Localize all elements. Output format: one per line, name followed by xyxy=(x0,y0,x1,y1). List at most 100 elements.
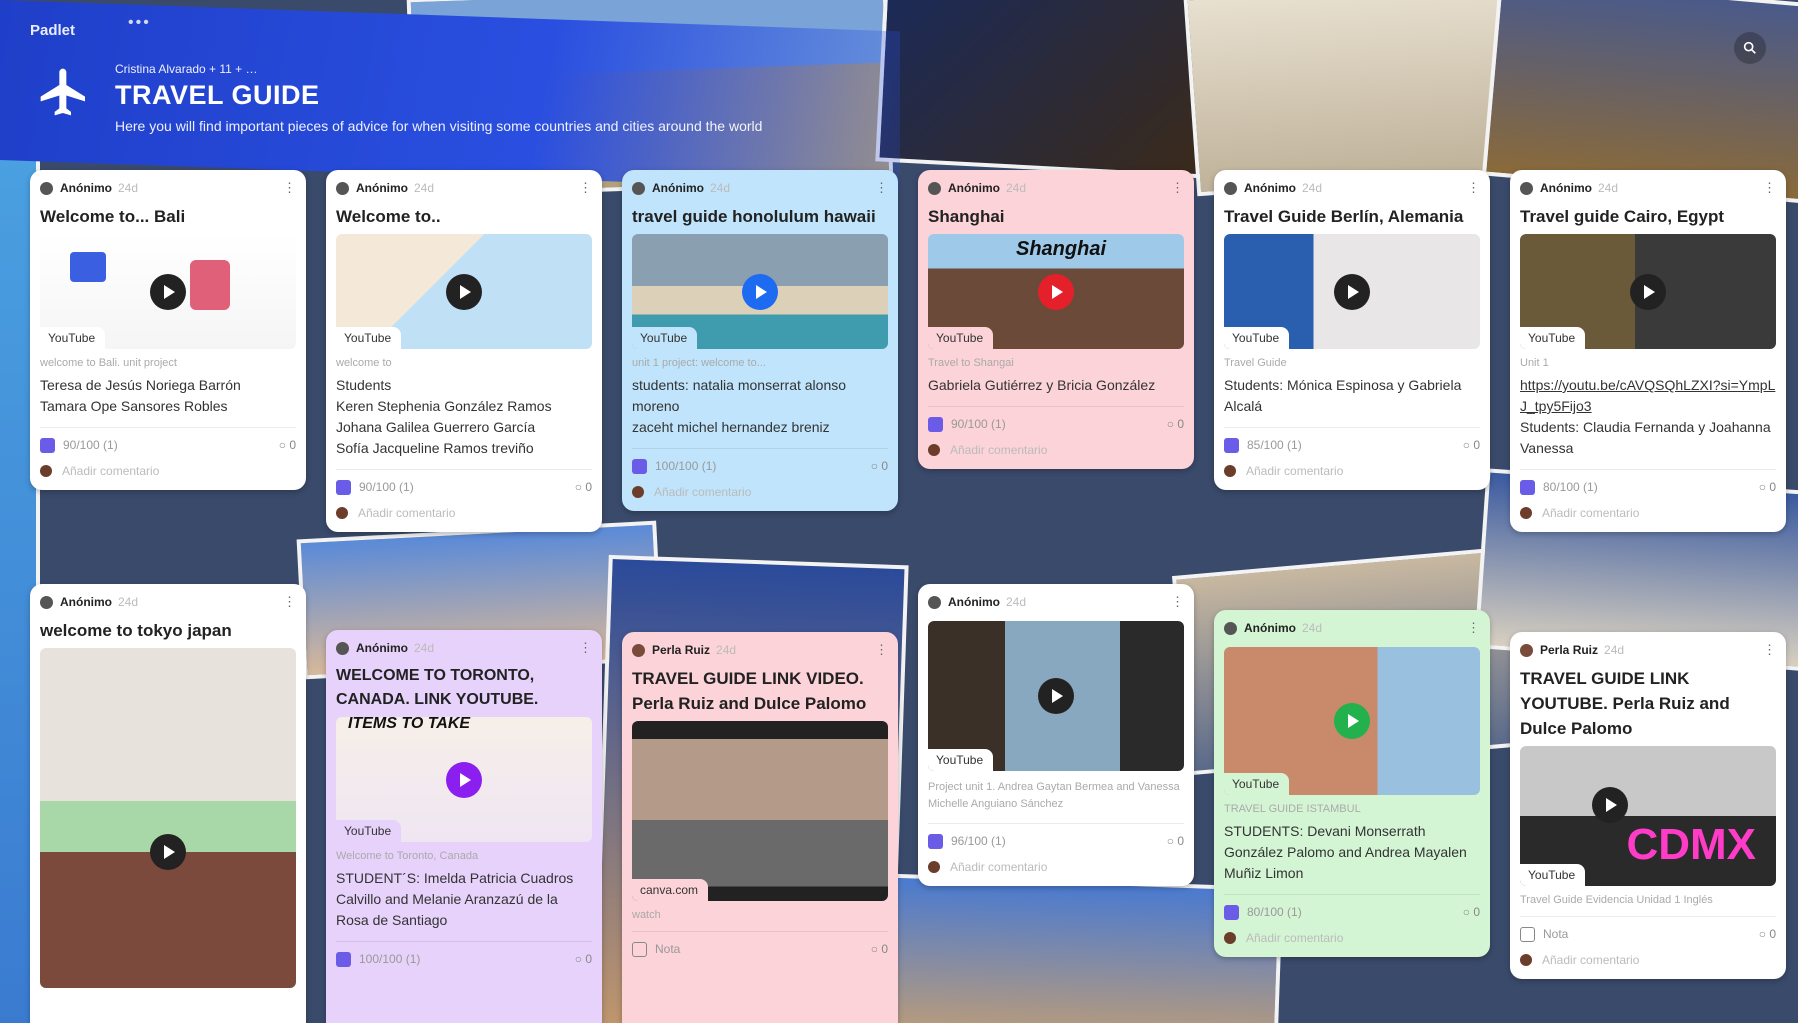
comment-count[interactable]: ○ 0 xyxy=(575,952,592,966)
post-menu-icon[interactable]: ⋮ xyxy=(1171,180,1184,196)
comment-count[interactable]: ○ 0 xyxy=(1463,905,1480,919)
video-thumbnail[interactable]: Shanghai YouTube xyxy=(928,234,1184,349)
post-menu-icon[interactable]: ⋮ xyxy=(1171,594,1184,610)
grade-check-icon[interactable] xyxy=(632,458,647,474)
post-card-tokyo[interactable]: Anónimo 24d ⋮ welcome to tokyo japan xyxy=(30,584,306,1023)
padlet-logo[interactable]: Padlet xyxy=(30,22,75,39)
grade-check-icon[interactable] xyxy=(928,416,943,432)
search-button[interactable] xyxy=(1734,32,1766,64)
add-comment[interactable]: Añadir comentario xyxy=(1246,464,1343,478)
grade-score: 90/100 (1) xyxy=(359,480,414,494)
add-comment[interactable]: Añadir comentario xyxy=(1246,931,1343,945)
avatar xyxy=(40,181,53,195)
grade-score: 90/100 (1) xyxy=(951,417,1006,431)
grade-check-icon[interactable] xyxy=(1224,904,1239,920)
video-thumbnail[interactable]: YouTube xyxy=(336,234,592,349)
post-menu-icon[interactable]: ⋮ xyxy=(579,180,592,196)
video-thumbnail[interactable]: YouTube xyxy=(1520,234,1776,349)
youtube-link[interactable]: https://youtu.be/cAVQSQhLZXI?si=YmpLJ_tp… xyxy=(1520,375,1776,417)
source-label: YouTube xyxy=(1520,327,1586,349)
play-icon[interactable] xyxy=(150,273,186,310)
comment-count[interactable]: ○ 0 xyxy=(1167,834,1184,848)
post-card-cairo[interactable]: Anónimo 24d ⋮ Travel guide Cairo, Egypt Yo… xyxy=(1510,170,1786,532)
grade-check-icon[interactable] xyxy=(928,833,943,849)
video-thumbnail[interactable]: YouTube xyxy=(1224,647,1480,795)
post-author: Anónimo xyxy=(60,181,112,195)
add-comment[interactable]: Añadir comentario xyxy=(654,485,751,499)
comment-count[interactable]: ○ 0 xyxy=(871,942,888,956)
post-card-welcome[interactable]: Anónimo 24d ⋮ Welcome to.. YouTube welcome… xyxy=(326,170,602,532)
grade-check-icon[interactable] xyxy=(1520,926,1535,942)
grade-check-icon[interactable] xyxy=(336,479,351,495)
post-time: 24d xyxy=(118,181,139,195)
post-card-honolulu[interactable]: Anónimo 24d ⋮ travel guide honolulum hawai… xyxy=(622,170,898,511)
post-menu-icon[interactable]: ⋮ xyxy=(283,180,296,196)
post-author: Anónimo xyxy=(948,595,1000,609)
post-card-toronto[interactable]: Anónimo 24d ⋮ WELCOME TO TORONTO, CANADA. … xyxy=(326,630,602,1023)
post-menu-icon[interactable]: ⋮ xyxy=(1763,642,1776,658)
post-card-berlin[interactable]: Anónimo 24d ⋮ Travel Guide Berlín, Alemani… xyxy=(1214,170,1490,490)
post-menu-icon[interactable]: ⋮ xyxy=(875,180,888,196)
post-menu-icon[interactable]: ⋮ xyxy=(1467,180,1480,196)
post-card-perla-youtube[interactable]: Perla Ruiz 24d ⋮ TRAVEL GUIDE LINK YOUTUBE… xyxy=(1510,632,1786,979)
board-authors[interactable]: Cristina Alvarado + 11 + … xyxy=(115,62,258,76)
board-subtitle: Here you will find important pieces of a… xyxy=(115,118,763,134)
grade-check-icon[interactable] xyxy=(1520,479,1535,495)
video-thumbnail[interactable]: canva.com xyxy=(632,721,888,901)
add-comment[interactable]: Añadir comentario xyxy=(950,443,1047,457)
add-comment[interactable]: Añadir comentario xyxy=(62,464,159,478)
comment-count[interactable]: ○ 0 xyxy=(575,480,592,494)
video-thumbnail[interactable]: YouTube xyxy=(40,234,296,349)
play-icon[interactable] xyxy=(1630,273,1666,310)
post-caption: Project unit 1. Andrea Gaytan Bermea and… xyxy=(928,781,1180,810)
add-comment[interactable]: Añadir comentario xyxy=(1542,953,1639,967)
post-author: Anónimo xyxy=(356,181,408,195)
comment-count[interactable]: ○ 0 xyxy=(1463,438,1480,452)
post-menu-icon[interactable]: ⋮ xyxy=(283,594,296,610)
post-menu-icon[interactable]: ⋮ xyxy=(1763,180,1776,196)
add-comment[interactable]: Añadir comentario xyxy=(1542,506,1639,520)
post-menu-icon[interactable]: ⋮ xyxy=(1467,620,1480,636)
post-card-bali[interactable]: Anónimo 24d ⋮ Welcome to... Bali YouTube w… xyxy=(30,170,306,490)
grade-check-icon[interactable] xyxy=(40,437,55,453)
post-time: 24d xyxy=(1302,181,1323,195)
comment-count[interactable]: ○ 0 xyxy=(1759,480,1776,494)
add-comment[interactable]: Añadir comentario xyxy=(950,860,1047,874)
comment-count[interactable]: ○ 0 xyxy=(279,438,296,452)
comment-count[interactable]: ○ 0 xyxy=(1759,927,1776,941)
comment-count[interactable]: ○ 0 xyxy=(1167,417,1184,431)
post-card-shanghai[interactable]: Anónimo 24d ⋮ Shanghai Shanghai YouTube Tra… xyxy=(918,170,1194,469)
post-author: Anónimo xyxy=(1244,621,1296,635)
grade-check-icon[interactable] xyxy=(632,941,647,957)
play-icon[interactable] xyxy=(446,761,482,798)
play-icon[interactable] xyxy=(1334,703,1370,739)
comment-count[interactable]: ○ 0 xyxy=(871,459,888,473)
video-thumbnail[interactable]: YouTube xyxy=(1224,234,1480,349)
play-icon[interactable] xyxy=(446,273,482,310)
video-thumbnail[interactable]: CDMX YouTube xyxy=(1520,746,1776,886)
play-icon[interactable] xyxy=(1591,786,1628,823)
play-icon[interactable] xyxy=(1334,273,1370,310)
post-menu-icon[interactable]: ⋮ xyxy=(875,642,888,658)
board-title: TRAVEL GUIDE xyxy=(115,80,320,110)
play-icon[interactable] xyxy=(1038,273,1074,310)
play-icon[interactable] xyxy=(742,273,778,310)
post-card-istanbul[interactable]: Anónimo 24d ⋮ YouTube TRAVEL GUIDE ISTAMBU… xyxy=(1214,610,1490,957)
video-thumbnail[interactable] xyxy=(40,648,296,988)
video-thumbnail[interactable]: YouTube xyxy=(928,621,1184,771)
video-thumbnail[interactable]: YouTube xyxy=(632,234,888,349)
add-comment[interactable]: Añadir comentario xyxy=(358,506,455,520)
post-menu-icon[interactable]: ⋮ xyxy=(579,640,592,656)
avatar xyxy=(1224,621,1237,635)
grade-score: 96/100 (1) xyxy=(951,834,1006,848)
play-icon[interactable] xyxy=(150,834,186,870)
post-card-perla-video[interactable]: Perla Ruiz 24d ⋮ TRAVEL GUIDE LINK VIDEO. … xyxy=(622,632,898,1023)
avatar xyxy=(928,181,941,195)
post-time: 24d xyxy=(118,595,139,609)
grade-check-icon[interactable] xyxy=(1224,437,1239,453)
grade-check-icon[interactable] xyxy=(336,951,351,967)
video-thumbnail[interactable]: ITEMS TO TAKE YouTube xyxy=(336,717,592,842)
more-dots-icon[interactable]: ••• xyxy=(128,14,151,32)
post-card-project[interactable]: Anónimo 24d ⋮ YouTube Project unit 1. Andr… xyxy=(918,584,1194,886)
play-icon[interactable] xyxy=(1038,678,1074,714)
